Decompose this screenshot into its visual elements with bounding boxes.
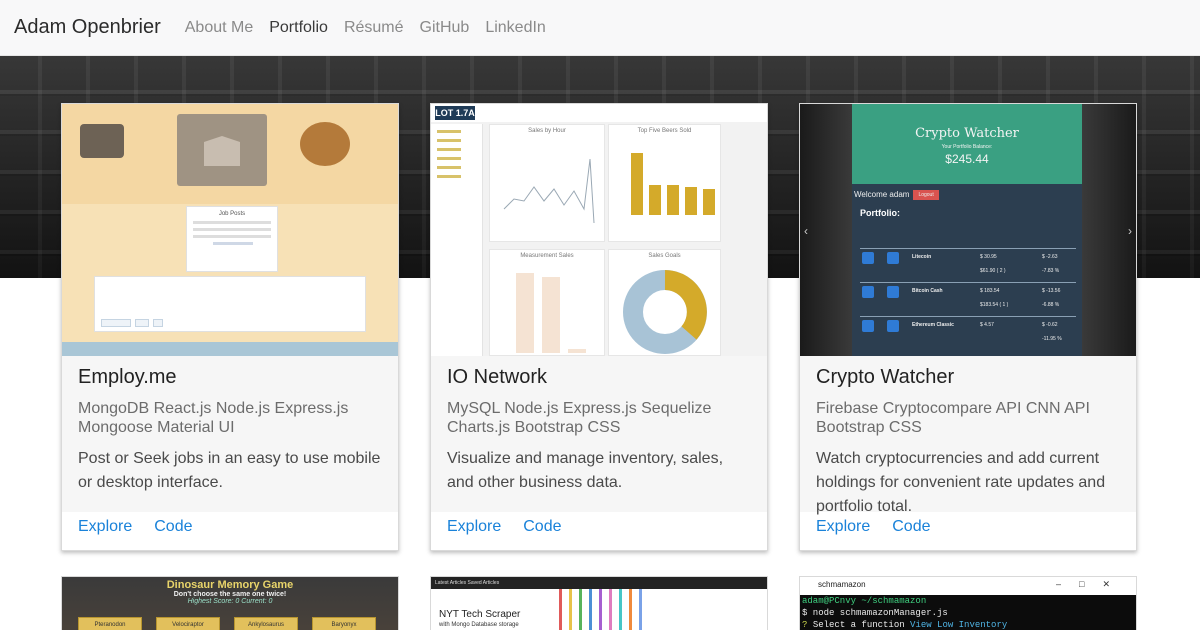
delete-icon[interactable] (862, 286, 874, 298)
sales-by-hour-chart: Sales by Hour (489, 124, 605, 242)
project-card-employ-me: Job Posts Employ.me MongoDB React.js Nod… (61, 103, 399, 551)
card-title: Crypto Watcher (816, 366, 955, 388)
explore-link[interactable]: Explore (816, 518, 870, 550)
app-logo-icon (204, 136, 240, 166)
card-tech-stack: MySQL Node.js Express.js Sequelize Chart… (447, 400, 712, 436)
plant-image (300, 122, 350, 166)
lot-logo: LOT 1.7A (435, 106, 475, 120)
dinosaur-tile: Baryonyx (312, 617, 376, 630)
delete-icon[interactable] (862, 320, 874, 332)
nav-resume[interactable]: Résumé (344, 19, 404, 37)
edit-icon[interactable] (887, 286, 899, 298)
dinosaur-tile: Velociraptor (156, 617, 220, 630)
window-controls-icon[interactable]: –□✕ (1056, 579, 1128, 590)
sales-goals-chart: Sales Goals (608, 249, 721, 356)
card-tech-stack: Firebase Cryptocompare API CNN API Boots… (816, 400, 1090, 436)
card-description: Visualize and manage inventory, sales, a… (447, 450, 724, 491)
crypto-header: Crypto Watcher Your Portfolio Balance: $… (852, 104, 1082, 184)
job-list-item (94, 276, 366, 332)
dinosaur-tile: Ankylosaurus (234, 617, 298, 630)
card-title: IO Network (447, 366, 548, 388)
project-screenshot-schmamazon-terminal[interactable]: schmamazon –□✕ adam@PCnvy ~/schmamazon $… (799, 576, 1137, 630)
logout-button[interactable]: Logout (913, 190, 939, 200)
explore-link[interactable]: Explore (447, 518, 501, 550)
project-card-io-network: LOT 1.7A Sales by Hour Top Five Beers So… (430, 103, 768, 551)
code-link[interactable]: Code (154, 518, 192, 550)
project-screenshot-nyt-tech-scraper[interactable]: Latest Articles Saved Articles NYT Tech … (430, 576, 768, 630)
explore-link[interactable]: Explore (78, 518, 132, 550)
card-description: Watch cryptocurrencies and add current h… (816, 450, 1106, 515)
card-tech-stack: MongoDB React.js Node.js Express.js Mong… (78, 400, 349, 436)
card-title: Employ.me (78, 366, 177, 388)
nav-portfolio[interactable]: Portfolio (269, 19, 328, 37)
crypto-portfolio-panel: Welcome adam Logout Portfolio: Litecoin $… (852, 184, 1082, 356)
top-five-beers-chart: Top Five Beers Sold (608, 124, 721, 242)
chevron-left-icon[interactable]: ‹ (804, 224, 808, 238)
project-screenshot-crypto-watcher[interactable]: ‹ › Crypto Watcher Your Portfolio Balanc… (800, 104, 1136, 356)
edit-icon[interactable] (887, 320, 899, 332)
code-link[interactable]: Code (892, 518, 930, 550)
nav-github[interactable]: GitHub (420, 19, 470, 37)
project-card-crypto-watcher: ‹ › Crypto Watcher Your Portfolio Balanc… (799, 103, 1137, 551)
brand-link[interactable]: Adam Openbrier (14, 16, 161, 39)
camera-image (80, 124, 124, 158)
nav-linkedin[interactable]: LinkedIn (485, 19, 546, 37)
edit-icon[interactable] (887, 252, 899, 264)
nav-about-me[interactable]: About Me (185, 19, 253, 37)
project-screenshot-employ-me[interactable]: Job Posts (62, 104, 398, 356)
chevron-right-icon[interactable]: › (1128, 224, 1132, 238)
job-posts-panel: Job Posts (186, 206, 278, 272)
dashboard-sidebar (431, 124, 483, 356)
card-description: Post or Seek jobs in an easy to use mobi… (78, 450, 381, 491)
project-screenshot-dinosaur-memory-game[interactable]: Dinosaur Memory Game Don't choose the sa… (61, 576, 399, 630)
terminal-titlebar: schmamazon –□✕ (800, 577, 1136, 595)
delete-icon[interactable] (862, 252, 874, 264)
measurement-sales-chart: Measurement Sales (489, 249, 605, 356)
dinosaur-tile: Pteranodon (78, 617, 142, 630)
code-link[interactable]: Code (523, 518, 561, 550)
project-screenshot-io-network[interactable]: LOT 1.7A Sales by Hour Top Five Beers So… (431, 104, 767, 356)
navbar: Adam Openbrier About Me Portfolio Résumé… (0, 0, 1200, 56)
